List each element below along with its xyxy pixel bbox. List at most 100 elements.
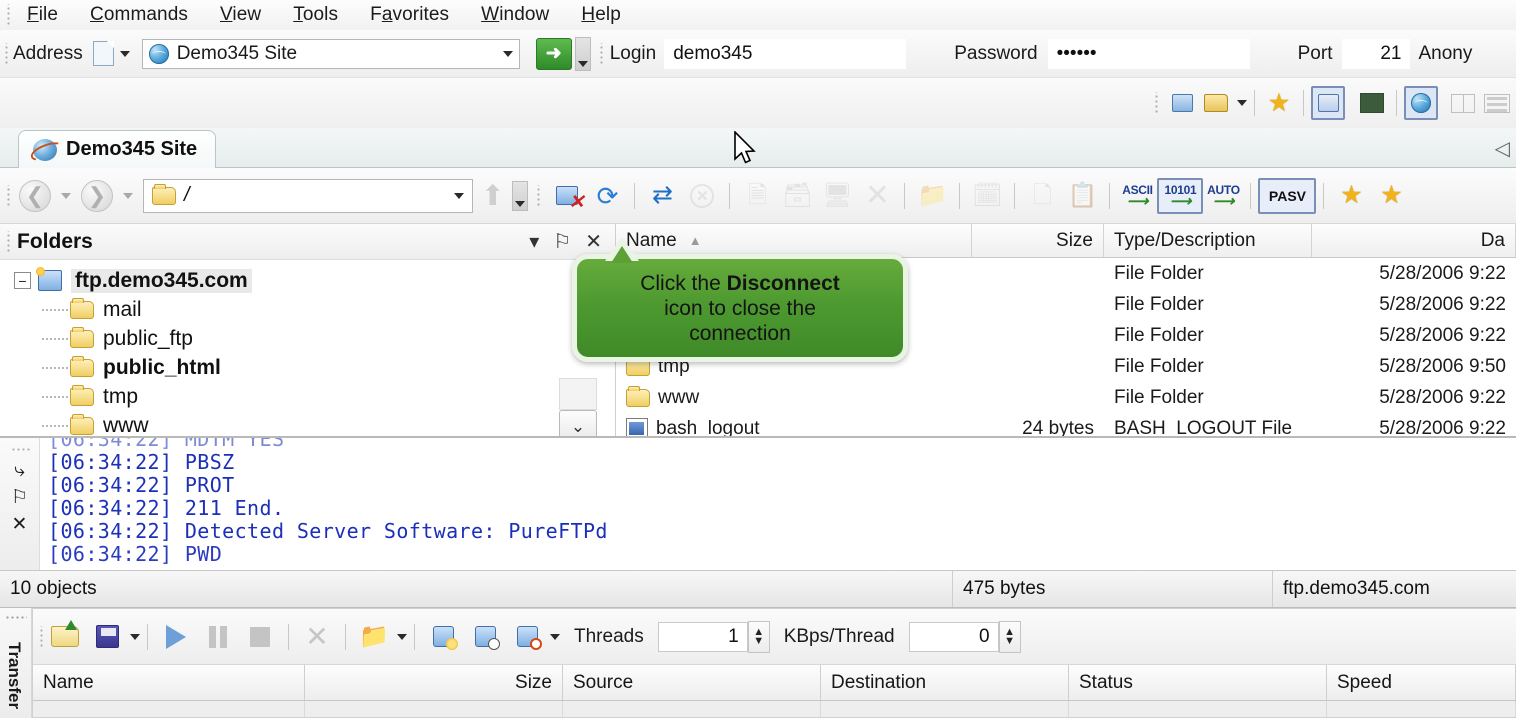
log-pin-button[interactable]: ⚐ bbox=[11, 488, 28, 507]
save-queue-chevron-down-icon[interactable] bbox=[130, 633, 140, 640]
ftp-actions-grip[interactable] bbox=[536, 184, 542, 207]
rename-icon[interactable]: 🗃 bbox=[777, 178, 817, 214]
folder-dropdown-icon[interactable] bbox=[1199, 86, 1233, 120]
tree-item-public-ftp[interactable]: public_ftp bbox=[0, 324, 615, 353]
new-file-icon[interactable]: 🗎 bbox=[737, 178, 777, 214]
log-sidebar-grip[interactable] bbox=[9, 446, 30, 452]
tq-column-header-name[interactable]: Name bbox=[33, 665, 305, 700]
folders-scroll-down-button[interactable]: ⌄ bbox=[559, 410, 597, 436]
save-queue-icon[interactable] bbox=[86, 617, 128, 657]
transfer-queue-rows[interactable] bbox=[33, 701, 1516, 717]
threads-stepper[interactable]: ▲ ▼ bbox=[747, 620, 770, 653]
transfer-toolbar-grip[interactable] bbox=[39, 625, 44, 648]
threads-stepper-down[interactable]: ▼ bbox=[753, 635, 764, 646]
port-input[interactable]: 21 bbox=[1342, 38, 1411, 69]
transfer-sidebar-grip[interactable] bbox=[5, 616, 27, 621]
disconnect-icon[interactable]: ✕ bbox=[547, 178, 587, 214]
kbps-stepper[interactable]: ▲ ▼ bbox=[998, 620, 1021, 653]
open-queue-icon[interactable] bbox=[44, 617, 86, 657]
transfer-mode-ascii-icon[interactable]: ASCII ⟶ bbox=[1117, 178, 1157, 214]
column-header-name[interactable]: Name ▲ bbox=[616, 224, 972, 257]
menu-item-file[interactable]: File bbox=[11, 2, 74, 28]
path-chevron-down-icon[interactable] bbox=[454, 192, 464, 199]
address-type-chevron-down-icon[interactable] bbox=[119, 50, 130, 57]
menu-item-tools[interactable]: Tools bbox=[277, 2, 354, 28]
refresh-icon[interactable]: ⇄ bbox=[642, 178, 682, 214]
folders-pin-button[interactable]: ⚐ bbox=[546, 229, 578, 254]
edit-icon[interactable]: 🗓 bbox=[967, 178, 1007, 214]
tq-column-header-source[interactable]: Source bbox=[563, 665, 821, 700]
site-combo-chevron-down-icon[interactable] bbox=[502, 50, 513, 57]
folders-header-grip[interactable] bbox=[6, 230, 11, 253]
queue-limit-chevron-down-icon[interactable] bbox=[550, 633, 560, 640]
speed-graph-icon[interactable] bbox=[1355, 86, 1389, 120]
log-text-area[interactable]: [06:34:22] MDTM YES [06:34:22] PBSZ [06:… bbox=[40, 438, 1516, 570]
tree-item-www[interactable]: www bbox=[0, 411, 615, 436]
kbps-input[interactable]: 0 bbox=[908, 621, 999, 652]
new-favorite-icon[interactable]: ★ bbox=[1371, 178, 1411, 214]
menu-item-window[interactable]: Window bbox=[465, 2, 565, 28]
tq-column-header-speed[interactable]: Speed bbox=[1327, 665, 1516, 700]
reconnect-icon[interactable]: ⟳ bbox=[587, 178, 627, 214]
threads-input[interactable]: 1 bbox=[657, 621, 748, 652]
path-split-dropdown-button[interactable] bbox=[512, 180, 529, 211]
log-close-button[interactable]: ✕ bbox=[12, 515, 28, 534]
back-history-chevron-down-icon[interactable] bbox=[61, 192, 71, 199]
menu-item-view[interactable]: View bbox=[204, 2, 277, 28]
tq-column-header-status[interactable]: Status bbox=[1069, 665, 1327, 700]
queue-folder-icon[interactable]: 📁 bbox=[353, 617, 395, 657]
tree-item-public-html[interactable]: public_html bbox=[0, 353, 615, 382]
menu-bar-grip[interactable] bbox=[6, 4, 11, 26]
paste-icon[interactable]: 📋 bbox=[1062, 178, 1102, 214]
path-combo[interactable]: / bbox=[143, 178, 473, 213]
add-to-favorites-icon[interactable]: ★ bbox=[1331, 178, 1371, 214]
forward-history-chevron-down-icon[interactable] bbox=[123, 192, 133, 199]
column-header-type[interactable]: Type/Description bbox=[1104, 224, 1312, 257]
login-group-grip[interactable] bbox=[598, 42, 604, 65]
stop-transfer-icon[interactable] bbox=[239, 617, 281, 657]
list-view-icon[interactable] bbox=[1480, 86, 1514, 120]
password-input[interactable]: •••••• bbox=[1047, 38, 1250, 69]
go-button[interactable]: ➜ bbox=[535, 37, 572, 70]
queue-connections-icon[interactable] bbox=[422, 617, 464, 657]
web-preview-icon[interactable] bbox=[1404, 86, 1438, 120]
menu-item-favorites[interactable]: Favorites bbox=[354, 2, 465, 28]
tab-collapse-icon[interactable]: ◁ bbox=[1495, 136, 1510, 161]
menu-item-help[interactable]: Help bbox=[565, 2, 636, 28]
passive-mode-icon[interactable]: PASV bbox=[1258, 177, 1317, 214]
new-folder-icon[interactable]: 📁 bbox=[912, 178, 952, 214]
forward-button[interactable]: ❯ bbox=[81, 179, 113, 212]
column-header-size[interactable]: Size bbox=[972, 224, 1104, 257]
login-input[interactable]: demo345 bbox=[664, 38, 907, 69]
parent-folder-up-icon[interactable]: ⬆ bbox=[481, 179, 504, 212]
kbps-stepper-down[interactable]: ▼ bbox=[1004, 635, 1015, 646]
ftp-toolbar-grip[interactable] bbox=[6, 184, 11, 207]
delete-icon[interactable]: ✕ bbox=[857, 178, 897, 214]
queue-schedule-icon[interactable] bbox=[464, 617, 506, 657]
queue-folder-chevron-down-icon[interactable] bbox=[397, 633, 407, 640]
folders-scrollbar-track[interactable] bbox=[559, 378, 597, 410]
split-pane-icon[interactable] bbox=[1446, 86, 1480, 120]
address-bar-grip[interactable] bbox=[4, 42, 9, 65]
start-transfer-icon[interactable] bbox=[155, 617, 197, 657]
abort-icon[interactable]: ✕ bbox=[682, 178, 722, 214]
remove-queue-item-icon[interactable]: ✕ bbox=[296, 617, 338, 657]
tq-column-header-size[interactable]: Size bbox=[305, 665, 563, 700]
icon-toolbar-grip[interactable] bbox=[1154, 92, 1159, 114]
log-dock-button[interactable]: ⤷ bbox=[14, 461, 25, 480]
tree-item-mail[interactable]: mail bbox=[0, 295, 615, 324]
copy-icon[interactable]: 🗋 bbox=[1022, 178, 1062, 214]
tab-demo345-site[interactable]: Demo345 Site bbox=[18, 130, 217, 168]
column-header-date[interactable]: Da bbox=[1312, 224, 1516, 257]
tree-expander-icon[interactable]: − bbox=[14, 272, 31, 289]
transfer-mode-auto-icon[interactable]: AUTO ⟶ bbox=[1203, 178, 1243, 214]
transfer-mode-binary-icon[interactable]: 10101 ⟶ bbox=[1157, 177, 1204, 214]
tree-item-tmp[interactable]: tmp bbox=[0, 382, 615, 411]
back-button[interactable]: ❮ bbox=[19, 179, 51, 212]
favorites-star-icon[interactable]: ★ bbox=[1262, 86, 1296, 120]
folder-chevron-down-icon[interactable] bbox=[1237, 100, 1247, 106]
anonymous-checkbox-label[interactable]: Anony bbox=[1418, 43, 1472, 65]
folder-tree-pane-icon[interactable] bbox=[1311, 86, 1345, 120]
folders-dropdown-button[interactable]: ▾ bbox=[522, 229, 546, 254]
queue-limit-icon[interactable] bbox=[506, 617, 548, 657]
